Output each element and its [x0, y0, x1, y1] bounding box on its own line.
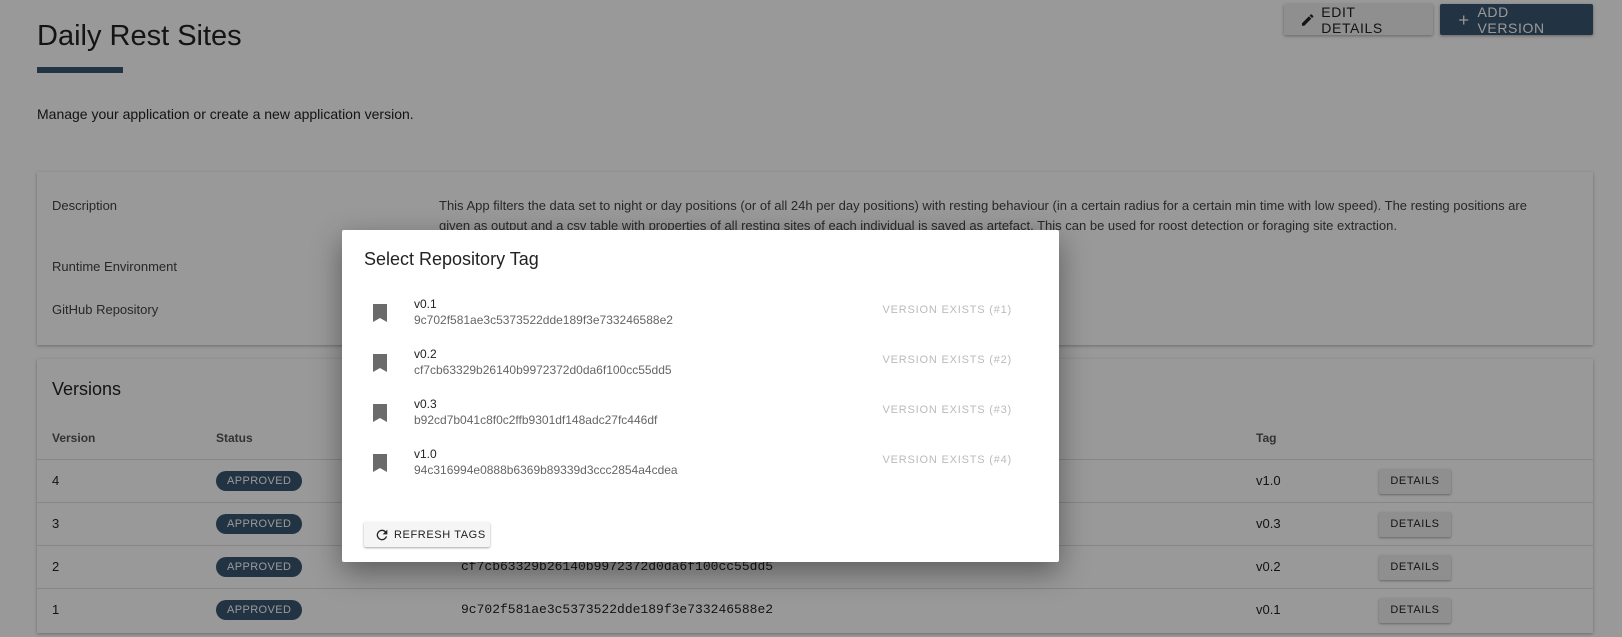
select-tag-dialog: Select Repository Tag v0.1 9c702f581ae3c… [342, 230, 1059, 562]
tag-name: v0.3 [414, 397, 437, 411]
tag-status: VERSION EXISTS (#2) [882, 354, 1012, 366]
refresh-icon [376, 529, 388, 540]
tag-list-item[interactable]: v1.0 94c316994e0888b6369b89339d3ccc2854a… [342, 440, 1059, 490]
tag-name: v0.1 [414, 297, 437, 311]
bookmark-icon [373, 404, 387, 422]
refresh-tags-button[interactable]: REFRESH TAGS [364, 522, 490, 547]
tag-name: v0.2 [414, 347, 437, 361]
tag-status: VERSION EXISTS (#3) [882, 404, 1012, 416]
tag-sha: 94c316994e0888b6369b89339d3ccc2854a4cdea [414, 463, 678, 477]
tag-sha: 9c702f581ae3c5373522dde189f3e733246588e2 [414, 313, 673, 327]
refresh-tags-label: REFRESH TAGS [394, 528, 486, 541]
tag-status: VERSION EXISTS (#1) [882, 304, 1012, 316]
tag-list-item[interactable]: v0.3 b92cd7b041c8f0c2ffb9301df148adc27fc… [342, 390, 1059, 440]
tag-list-item[interactable]: v0.1 9c702f581ae3c5373522dde189f3e733246… [342, 290, 1059, 340]
bookmark-icon [373, 304, 387, 322]
dialog-title: Select Repository Tag [364, 249, 539, 269]
tag-list-item[interactable]: v0.2 cf7cb63329b26140b9972372d0da6f100cc… [342, 340, 1059, 390]
bookmark-icon [373, 454, 387, 472]
tag-name: v1.0 [414, 447, 437, 461]
tag-sha: b92cd7b041c8f0c2ffb9301df148adc27fc446df [414, 413, 658, 427]
bookmark-icon [373, 354, 387, 372]
tag-status: VERSION EXISTS (#4) [882, 454, 1012, 466]
tag-sha: cf7cb63329b26140b9972372d0da6f100cc55dd5 [414, 363, 672, 377]
